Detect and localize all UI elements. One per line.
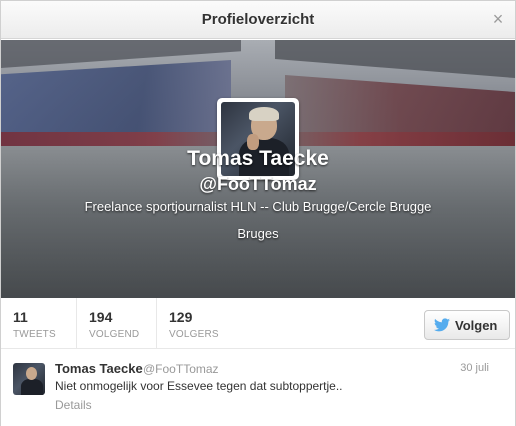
profile-bio: Freelance sportjournalist HLN -- Club Br…: [84, 199, 432, 214]
stat-label: VOLGEND: [89, 329, 140, 340]
stat-tweets[interactable]: 11 TWEETS: [1, 298, 74, 349]
tweet-item[interactable]: Tomas Taecke @FooTTomaz 30 juli Niet onm…: [1, 350, 515, 426]
stat-label: TWEETS: [13, 329, 56, 340]
follow-button-label: Volgen: [455, 318, 498, 333]
profile-header-image: Tomas Taecke @FooTTomaz Freelance sportj…: [1, 40, 515, 298]
tweet-details-link[interactable]: Details: [55, 398, 92, 412]
follow-button[interactable]: Volgen: [424, 310, 510, 340]
tweet-avatar[interactable]: [13, 363, 45, 395]
stat-following[interactable]: 194 VOLGEND: [76, 298, 156, 349]
close-icon[interactable]: ×: [487, 8, 509, 30]
stat-label: VOLGERS: [169, 329, 219, 340]
tweet-date[interactable]: 30 juli: [460, 362, 489, 374]
dialog-title: Profieloverzicht: [201, 11, 315, 28]
profile-name[interactable]: Tomas Taecke: [1, 147, 515, 171]
tweet-text: Niet onmogelijk voor Essevee tegen dat s…: [55, 379, 343, 393]
tweet-author-handle[interactable]: @FooTTomaz: [143, 362, 219, 376]
stat-followers[interactable]: 129 VOLGERS: [156, 298, 246, 349]
tweet-avatar-head: [26, 367, 37, 380]
stat-value: 129: [169, 309, 193, 325]
avatar-figure-hair: [249, 107, 279, 121]
dialog-titlebar: Profieloverzicht ×: [1, 1, 515, 39]
tweet-avatar-body: [21, 379, 43, 395]
profile-location: Bruges: [237, 226, 279, 241]
stat-value: 194: [89, 309, 113, 325]
profile-handle[interactable]: @FooTTomaz: [1, 174, 515, 195]
tweet-author-name[interactable]: Tomas Taecke: [55, 361, 143, 376]
twitter-bird-icon: [434, 318, 450, 332]
profile-summary-dialog: Profieloverzicht × Tomas Taecke @FooTTom…: [0, 0, 516, 426]
stat-value: 11: [13, 309, 28, 325]
